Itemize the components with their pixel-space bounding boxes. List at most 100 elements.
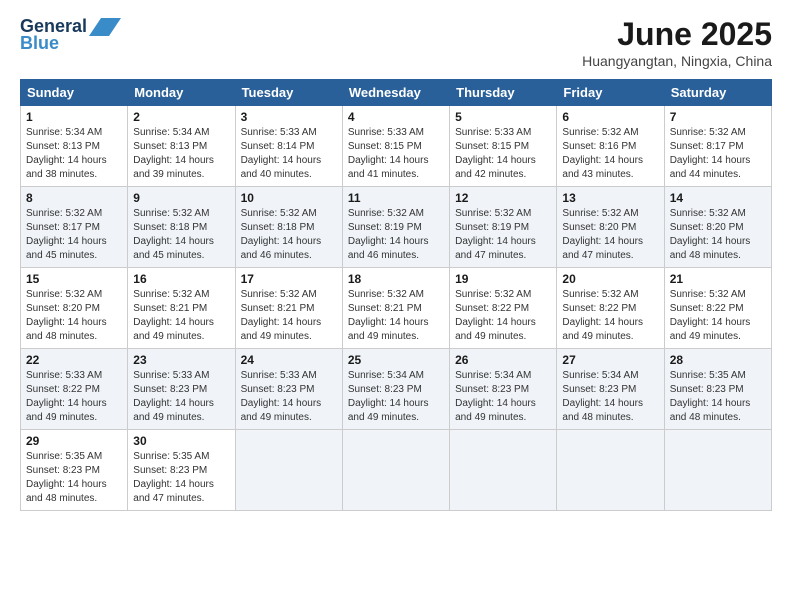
day-cell-6: 6 Sunrise: 5:32 AMSunset: 8:16 PMDaylight… bbox=[557, 106, 664, 187]
day-number: 14 bbox=[670, 191, 766, 205]
day-info: Sunrise: 5:32 AMSunset: 8:20 PMDaylight:… bbox=[562, 207, 658, 263]
title-area: June 2025 Huangyangtan, Ningxia, China bbox=[582, 16, 772, 69]
day-number: 24 bbox=[241, 353, 337, 367]
day-cell-4: 4 Sunrise: 5:33 AMSunset: 8:15 PMDaylight… bbox=[342, 106, 449, 187]
day-number: 20 bbox=[562, 272, 658, 286]
day-cell-8: 8 Sunrise: 5:32 AMSunset: 8:17 PMDaylight… bbox=[21, 187, 128, 268]
calendar: SundayMondayTuesdayWednesdayThursdayFrid… bbox=[20, 79, 772, 511]
day-cell-27: 27 Sunrise: 5:34 AMSunset: 8:23 PMDayligh… bbox=[557, 349, 664, 430]
day-cell-23: 23Sunrise: 5:33 AMSunset: 8:23 PMDayligh… bbox=[128, 349, 235, 430]
day-info: Sunrise: 5:34 AMSunset: 8:23 PMDaylight:… bbox=[562, 369, 658, 425]
day-number: 23 bbox=[133, 353, 229, 367]
day-info: Sunrise: 5:32 AMSunset: 8:21 PMDaylight:… bbox=[133, 288, 229, 344]
day-number: 5 bbox=[455, 110, 551, 124]
day-info: Sunrise: 5:32 AMSunset: 8:16 PMDaylight:… bbox=[562, 126, 658, 182]
day-number: 2 bbox=[133, 110, 229, 124]
day-number: 12 bbox=[455, 191, 551, 205]
day-number: 4 bbox=[348, 110, 444, 124]
day-cell-12: 12 Sunrise: 5:32 AMSunset: 8:19 PMDayligh… bbox=[450, 187, 557, 268]
day-number: 8 bbox=[26, 191, 122, 205]
day-number: 10 bbox=[241, 191, 337, 205]
col-header-wednesday: Wednesday bbox=[342, 80, 449, 106]
day-number: 22 bbox=[26, 353, 122, 367]
empty-cell bbox=[664, 430, 771, 511]
day-number: 28 bbox=[670, 353, 766, 367]
day-info: Sunrise: 5:32 AMSunset: 8:22 PMDaylight:… bbox=[670, 288, 766, 344]
day-number: 18 bbox=[348, 272, 444, 286]
day-info: Sunrise: 5:32 AMSunset: 8:19 PMDaylight:… bbox=[455, 207, 551, 263]
day-number: 19 bbox=[455, 272, 551, 286]
day-info: Sunrise: 5:32 AMSunset: 8:20 PMDaylight:… bbox=[670, 207, 766, 263]
day-info: Sunrise: 5:33 AMSunset: 8:15 PMDaylight:… bbox=[348, 126, 444, 182]
month-title: June 2025 bbox=[582, 16, 772, 53]
day-info: Sunrise: 5:35 AMSunset: 8:23 PMDaylight:… bbox=[670, 369, 766, 425]
day-info: Sunrise: 5:32 AMSunset: 8:18 PMDaylight:… bbox=[241, 207, 337, 263]
day-number: 25 bbox=[348, 353, 444, 367]
location-subtitle: Huangyangtan, Ningxia, China bbox=[582, 53, 772, 69]
day-cell-5: 5Sunrise: 5:33 AMSunset: 8:15 PMDaylight… bbox=[450, 106, 557, 187]
day-info: Sunrise: 5:32 AMSunset: 8:21 PMDaylight:… bbox=[348, 288, 444, 344]
day-info: Sunrise: 5:32 AMSunset: 8:17 PMDaylight:… bbox=[26, 207, 122, 263]
day-number: 3 bbox=[241, 110, 337, 124]
day-number: 27 bbox=[562, 353, 658, 367]
day-cell-13: 13 Sunrise: 5:32 AMSunset: 8:20 PMDayligh… bbox=[557, 187, 664, 268]
logo-blue: Blue bbox=[20, 33, 59, 54]
day-info: Sunrise: 5:33 AMSunset: 8:22 PMDaylight:… bbox=[26, 369, 122, 425]
col-header-saturday: Saturday bbox=[664, 80, 771, 106]
day-number: 13 bbox=[562, 191, 658, 205]
day-cell-3: 3Sunrise: 5:33 AMSunset: 8:14 PMDaylight… bbox=[235, 106, 342, 187]
day-number: 29 bbox=[26, 434, 122, 448]
day-info: Sunrise: 5:34 AMSunset: 8:23 PMDaylight:… bbox=[348, 369, 444, 425]
day-cell-22: 22 Sunrise: 5:33 AMSunset: 8:22 PMDayligh… bbox=[21, 349, 128, 430]
day-cell-26: 26 Sunrise: 5:34 AMSunset: 8:23 PMDayligh… bbox=[450, 349, 557, 430]
col-header-friday: Friday bbox=[557, 80, 664, 106]
day-number: 6 bbox=[562, 110, 658, 124]
day-cell-15: 15 Sunrise: 5:32 AMSunset: 8:20 PMDayligh… bbox=[21, 268, 128, 349]
empty-cell bbox=[342, 430, 449, 511]
day-cell-28: 28 Sunrise: 5:35 AMSunset: 8:23 PMDayligh… bbox=[664, 349, 771, 430]
day-info: Sunrise: 5:32 AMSunset: 8:22 PMDaylight:… bbox=[562, 288, 658, 344]
empty-cell bbox=[450, 430, 557, 511]
day-info: Sunrise: 5:32 AMSunset: 8:20 PMDaylight:… bbox=[26, 288, 122, 344]
day-number: 7 bbox=[670, 110, 766, 124]
day-info: Sunrise: 5:32 AMSunset: 8:18 PMDaylight:… bbox=[133, 207, 229, 263]
day-cell-16: 16Sunrise: 5:32 AMSunset: 8:21 PMDayligh… bbox=[128, 268, 235, 349]
day-cell-17: 17Sunrise: 5:32 AMSunset: 8:21 PMDayligh… bbox=[235, 268, 342, 349]
day-info: Sunrise: 5:35 AMSunset: 8:23 PMDaylight:… bbox=[26, 450, 122, 506]
day-cell-1: 1Sunrise: 5:34 AMSunset: 8:13 PMDaylight… bbox=[21, 106, 128, 187]
day-info: Sunrise: 5:35 AMSunset: 8:23 PMDaylight:… bbox=[133, 450, 229, 506]
day-cell-18: 18 Sunrise: 5:32 AMSunset: 8:21 PMDayligh… bbox=[342, 268, 449, 349]
col-header-monday: Monday bbox=[128, 80, 235, 106]
col-header-thursday: Thursday bbox=[450, 80, 557, 106]
day-info: Sunrise: 5:32 AMSunset: 8:22 PMDaylight:… bbox=[455, 288, 551, 344]
day-number: 15 bbox=[26, 272, 122, 286]
day-info: Sunrise: 5:34 AMSunset: 8:13 PMDaylight:… bbox=[133, 126, 229, 182]
header: General Blue June 2025 Huangyangtan, Nin… bbox=[20, 16, 772, 69]
day-info: Sunrise: 5:32 AMSunset: 8:19 PMDaylight:… bbox=[348, 207, 444, 263]
week-row-1: 1Sunrise: 5:34 AMSunset: 8:13 PMDaylight… bbox=[21, 106, 772, 187]
week-row-5: 29 Sunrise: 5:35 AMSunset: 8:23 PMDayligh… bbox=[21, 430, 772, 511]
day-cell-21: 21 Sunrise: 5:32 AMSunset: 8:22 PMDayligh… bbox=[664, 268, 771, 349]
empty-cell bbox=[235, 430, 342, 511]
day-number: 11 bbox=[348, 191, 444, 205]
day-number: 17 bbox=[241, 272, 337, 286]
day-cell-24: 24Sunrise: 5:33 AMSunset: 8:23 PMDayligh… bbox=[235, 349, 342, 430]
day-cell-30: 30Sunrise: 5:35 AMSunset: 8:23 PMDayligh… bbox=[128, 430, 235, 511]
page: General Blue June 2025 Huangyangtan, Nin… bbox=[0, 0, 792, 612]
logo-icon bbox=[89, 18, 121, 36]
day-cell-11: 11 Sunrise: 5:32 AMSunset: 8:19 PMDayligh… bbox=[342, 187, 449, 268]
day-cell-25: 25 Sunrise: 5:34 AMSunset: 8:23 PMDayligh… bbox=[342, 349, 449, 430]
header-row: SundayMondayTuesdayWednesdayThursdayFrid… bbox=[21, 80, 772, 106]
day-info: Sunrise: 5:34 AMSunset: 8:13 PMDaylight:… bbox=[26, 126, 122, 182]
col-header-sunday: Sunday bbox=[21, 80, 128, 106]
day-number: 26 bbox=[455, 353, 551, 367]
day-cell-14: 14 Sunrise: 5:32 AMSunset: 8:20 PMDayligh… bbox=[664, 187, 771, 268]
day-cell-9: 9 Sunrise: 5:32 AMSunset: 8:18 PMDaylight… bbox=[128, 187, 235, 268]
day-number: 9 bbox=[133, 191, 229, 205]
week-row-2: 8 Sunrise: 5:32 AMSunset: 8:17 PMDaylight… bbox=[21, 187, 772, 268]
logo: General Blue bbox=[20, 16, 121, 54]
day-cell-10: 10 Sunrise: 5:32 AMSunset: 8:18 PMDayligh… bbox=[235, 187, 342, 268]
day-cell-20: 20 Sunrise: 5:32 AMSunset: 8:22 PMDayligh… bbox=[557, 268, 664, 349]
day-number: 21 bbox=[670, 272, 766, 286]
day-info: Sunrise: 5:34 AMSunset: 8:23 PMDaylight:… bbox=[455, 369, 551, 425]
